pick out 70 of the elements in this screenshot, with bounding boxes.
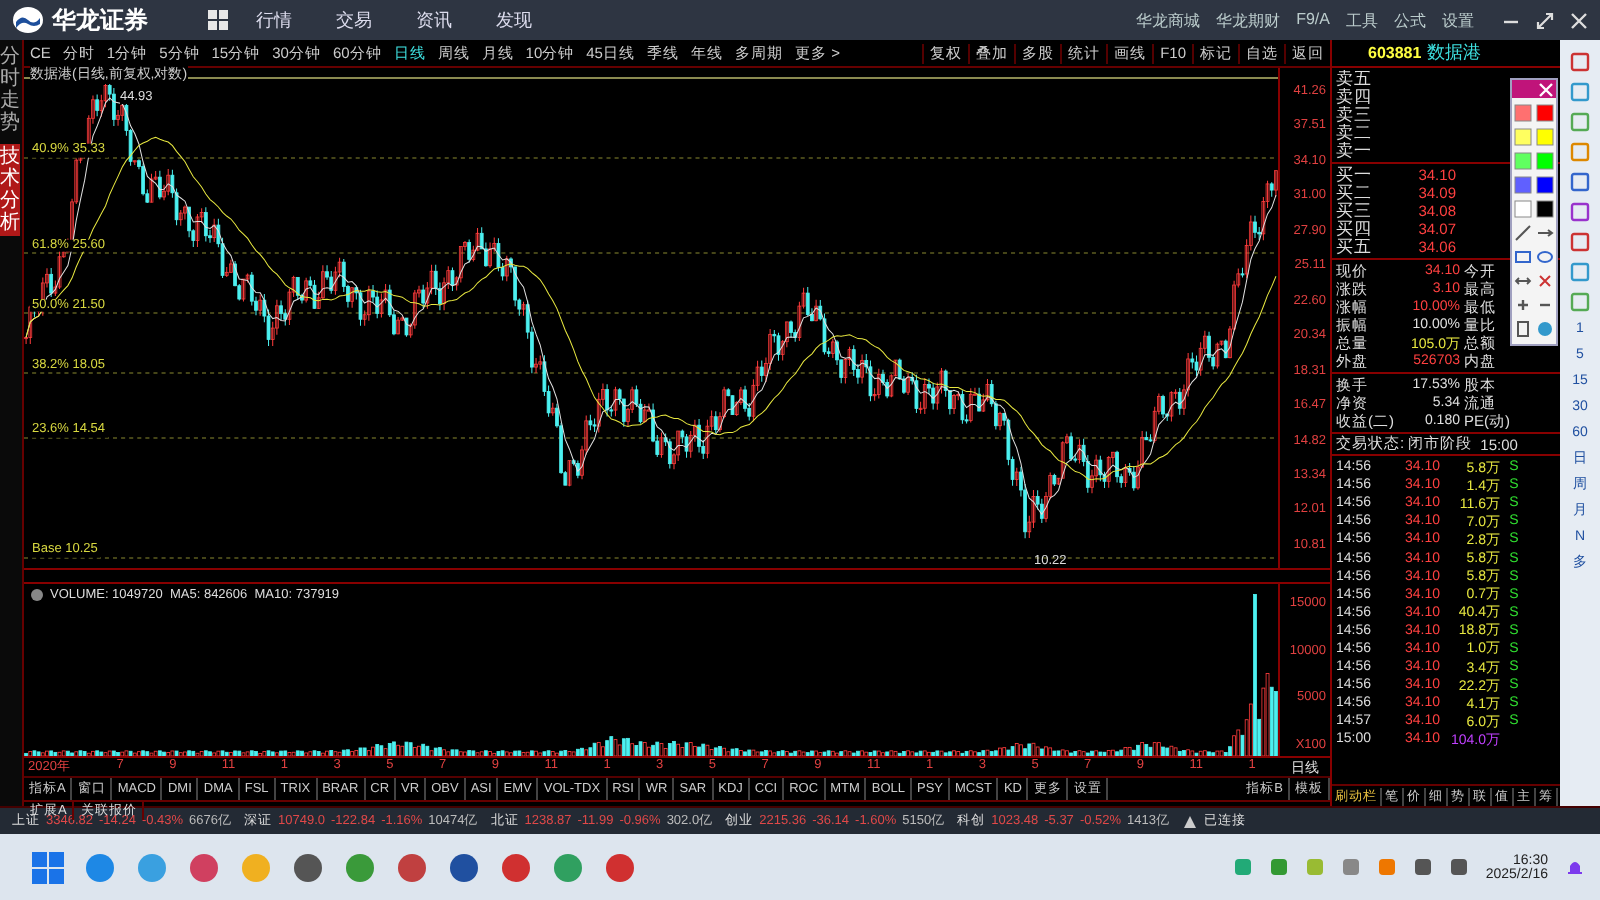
top-link[interactable]: F9/A	[1296, 9, 1330, 31]
stock-code: 603881	[1368, 44, 1422, 62]
order-label: 买四	[1336, 217, 1374, 238]
close-icon[interactable]	[1570, 11, 1588, 29]
order-label: 卖一	[1336, 139, 1374, 163]
color-swatch-icon[interactable]	[1536, 104, 1554, 122]
order-label: 买五	[1336, 235, 1374, 259]
order-label: 买三	[1336, 199, 1374, 220]
app-icon[interactable]	[84, 851, 116, 883]
color-swatch-icon[interactable]	[1536, 200, 1554, 218]
circle-icon[interactable]	[1536, 320, 1554, 338]
ellipse-icon[interactable]	[1536, 248, 1554, 266]
app-icon[interactable]	[448, 851, 480, 883]
tool-square-icon[interactable]	[1570, 232, 1590, 252]
cross-icon[interactable]	[1536, 272, 1554, 290]
order-label: 卖四	[1336, 85, 1374, 106]
order-label: 卖五	[1336, 67, 1374, 88]
wave-logo-icon	[12, 6, 44, 34]
tool-square-icon[interactable]	[1570, 82, 1590, 102]
connection-icon	[1182, 813, 1199, 829]
color-swatch-icon[interactable]	[1514, 176, 1532, 194]
top-link[interactable]: 华龙期财	[1216, 9, 1281, 31]
app-icon[interactable]	[552, 851, 584, 883]
order-label: 卖二	[1336, 121, 1374, 142]
menu-item[interactable]: 发现	[496, 7, 532, 33]
plus-icon[interactable]	[1514, 296, 1532, 314]
tool-square-icon[interactable]	[1570, 202, 1590, 222]
bell-icon[interactable]	[1566, 857, 1584, 877]
order-label: 买一	[1336, 163, 1374, 184]
menu-item[interactable]: 行情	[256, 7, 292, 33]
side-tab[interactable]: 技术分析	[0, 144, 20, 236]
grid-menu-icon[interactable]	[208, 10, 228, 30]
color-swatch-icon[interactable]	[1536, 152, 1554, 170]
app-icon[interactable]	[292, 851, 324, 883]
top-link[interactable]: 华龙商城	[1136, 9, 1201, 31]
order-label: 卖三	[1336, 103, 1374, 124]
side-tab[interactable]: 分时走势	[0, 44, 20, 136]
maximize-icon[interactable]	[1536, 11, 1554, 29]
app-icon[interactable]	[604, 851, 636, 883]
tool-square-icon[interactable]	[1570, 172, 1590, 192]
tool-square-icon[interactable]	[1570, 142, 1590, 162]
top-link[interactable]: 公式	[1394, 9, 1426, 31]
order-label: 买二	[1336, 181, 1374, 202]
color-swatch-icon[interactable]	[1514, 128, 1532, 146]
tool-square-icon[interactable]	[1570, 52, 1590, 72]
tool-square-icon[interactable]	[1570, 112, 1590, 132]
menu-item[interactable]: 交易	[336, 7, 372, 33]
double-arrow-icon[interactable]	[1514, 272, 1532, 290]
top-link[interactable]: 设置	[1442, 9, 1474, 31]
tool-square-icon[interactable]	[1570, 262, 1590, 282]
stock-name: 数据港	[1427, 40, 1482, 66]
color-swatch-icon[interactable]	[1536, 176, 1554, 194]
app-icon[interactable]	[188, 851, 220, 883]
app-icon[interactable]	[344, 851, 376, 883]
line-icon[interactable]	[1514, 224, 1532, 242]
app-icon[interactable]	[500, 851, 532, 883]
arrow-icon[interactable]	[1536, 224, 1554, 242]
color-swatch-icon[interactable]	[1514, 152, 1532, 170]
menu-item[interactable]: 资讯	[416, 7, 452, 33]
color-swatch-icon[interactable]	[1514, 200, 1532, 218]
tool-square-icon[interactable]	[1570, 292, 1590, 312]
app-icon[interactable]	[396, 851, 428, 883]
top-link[interactable]: 工具	[1346, 9, 1378, 31]
app-logo-text: 华龙证券	[52, 3, 148, 37]
rectangle-icon[interactable]	[1514, 248, 1532, 266]
color-swatch-icon[interactable]	[1514, 104, 1532, 122]
gear-icon[interactable]	[30, 588, 44, 602]
windows-logo-icon[interactable]	[32, 851, 64, 883]
color-swatch-icon[interactable]	[1536, 128, 1554, 146]
page-icon[interactable]	[1514, 320, 1532, 338]
